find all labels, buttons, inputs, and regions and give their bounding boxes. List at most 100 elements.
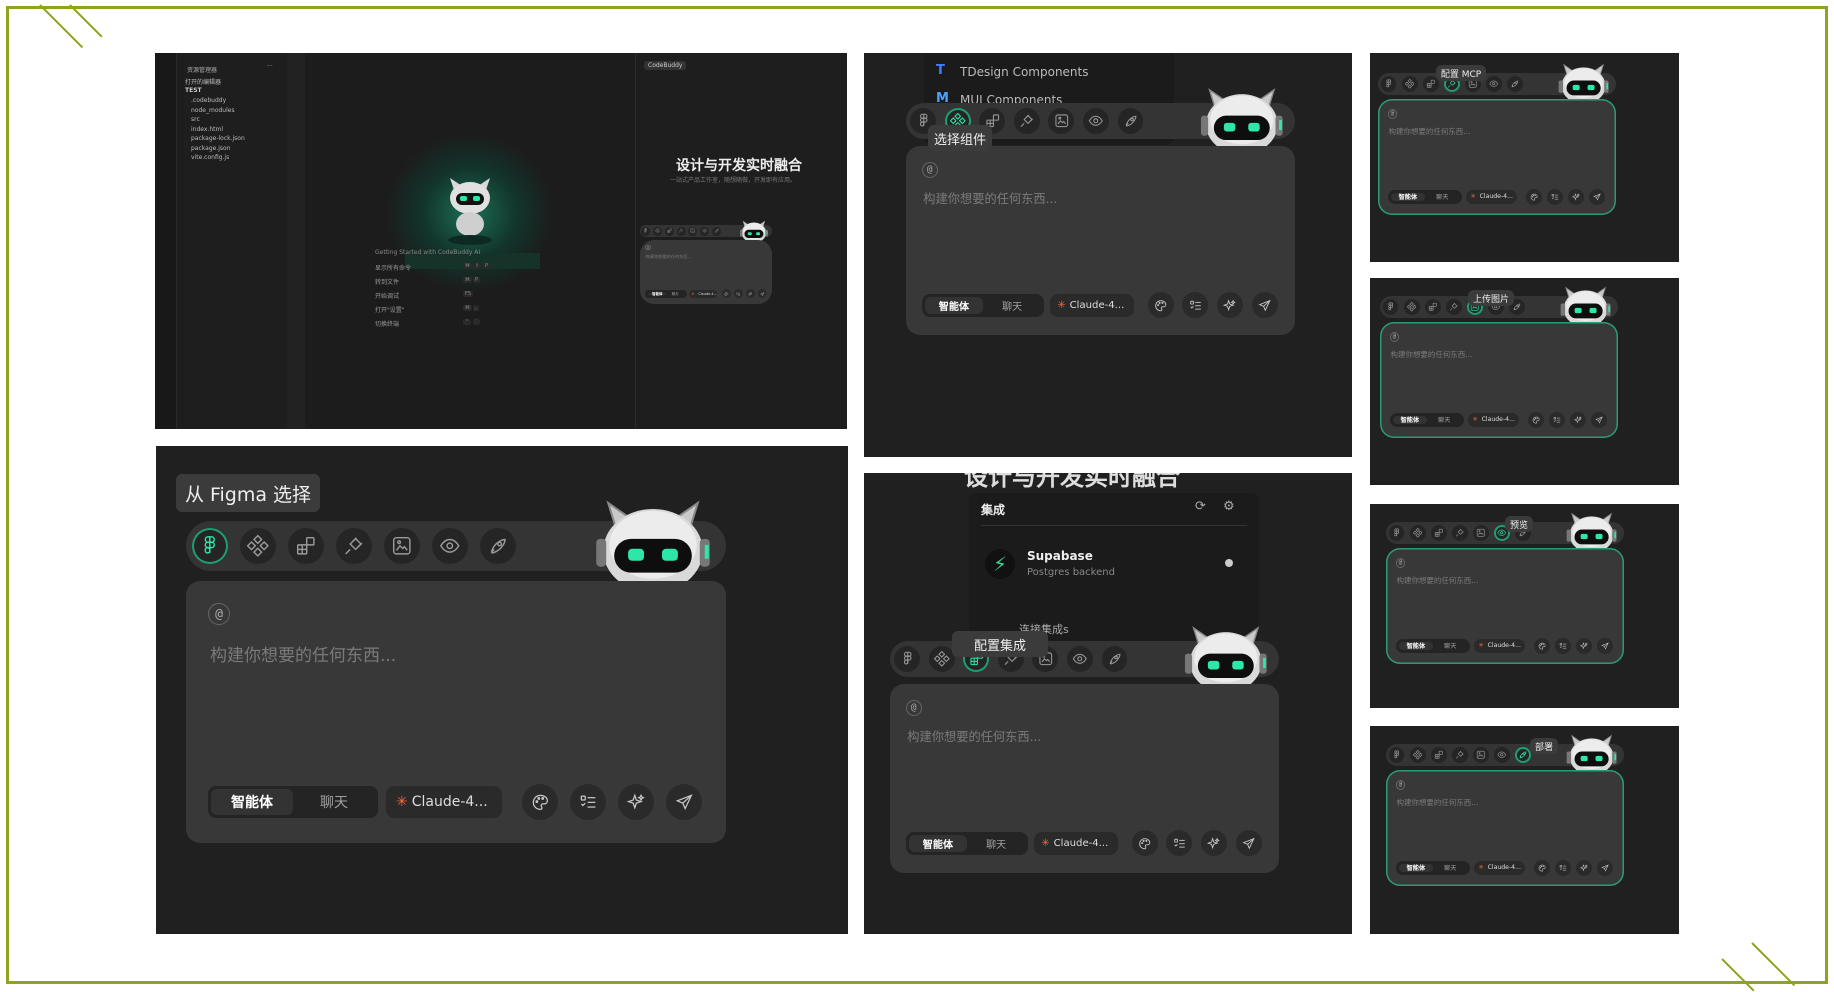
preview-eye-icon[interactable] [1083,108,1109,134]
model-selector[interactable]: ✳Claude-4... [1050,294,1134,317]
mode-chat[interactable]: 聊天 [666,291,684,296]
composer-placeholder[interactable]: 构建你想要的任何东西... [907,727,1041,745]
shortcut-row[interactable]: 转到文件⌘P [375,277,495,287]
list-icon[interactable] [1547,189,1563,205]
image-upload-icon[interactable] [1048,108,1074,134]
shortcut-row[interactable]: 开始调试F5 [375,291,495,301]
mention-button[interactable]: @ [208,603,230,625]
preview-eye-icon[interactable] [700,227,709,236]
sparkle-icon[interactable] [1576,638,1592,654]
components-icon[interactable] [653,227,662,236]
send-icon[interactable] [1597,638,1613,654]
mcp-plug-icon[interactable] [336,528,372,564]
mention-button[interactable]: @ [922,162,938,178]
composer-box[interactable]: @构建你想要的任何东西...智能体聊天✳Claude-4... [1380,322,1618,437]
deploy-rocket-icon[interactable] [1515,747,1531,763]
list-icon[interactable] [1166,830,1192,856]
file-item[interactable]: node_modules [191,107,235,114]
deploy-rocket-icon[interactable] [480,528,516,564]
mode-agent[interactable]: 智能体 [909,835,967,852]
open-editors[interactable]: 打开的编辑器 [185,77,221,86]
composer-placeholder[interactable]: 构建你想要的任何东西... [210,641,396,666]
model-selector[interactable]: ✳Claude-4... [1034,832,1118,855]
composer-box[interactable]: @构建你想要的任何东西...智能体聊天✳Claude-4... [186,581,726,843]
codebuddy-tab[interactable]: CodeBuddy [644,61,686,70]
list-icon[interactable] [1555,638,1571,654]
mode-agent[interactable]: 智能体 [1391,193,1425,201]
composer-box[interactable]: @构建你想要的任何东西...智能体聊天✳Claude-4... [1386,548,1624,663]
mode-agent[interactable]: 智能体 [1399,642,1433,650]
composer-box[interactable]: @ 构建你想要的任何东西... 智能体聊天 ✳Claude-4... [906,146,1295,335]
figma-icon[interactable] [192,528,228,564]
sparkle-icon[interactable] [1570,412,1586,428]
mention-button[interactable]: @ [1390,332,1400,342]
send-icon[interactable] [1252,292,1278,318]
list-icon[interactable] [570,784,606,820]
send-icon[interactable] [1236,830,1262,856]
mention-button[interactable]: @ [1396,780,1406,790]
model-selector[interactable]: ✳Claude-4... [689,290,717,298]
palette-icon[interactable] [1526,189,1542,205]
mode-agent[interactable]: 智能体 [925,297,983,314]
composer-placeholder[interactable]: 构建你想要的任何东西... [646,254,692,260]
figma-icon[interactable] [1389,747,1405,763]
image-upload-icon[interactable] [1473,525,1489,541]
figma-icon[interactable] [1389,525,1405,541]
palette-icon[interactable] [1534,860,1550,876]
integrations-icon[interactable] [1431,747,1447,763]
file-item[interactable]: .codebuddy [191,97,226,104]
deploy-rocket-icon[interactable] [1102,646,1128,672]
mode-agent[interactable]: 智能体 [211,789,293,815]
composer-placeholder[interactable]: 构建你想要的任何东西... [1389,126,1471,137]
palette-icon[interactable] [522,784,558,820]
mention-button[interactable]: @ [1396,558,1406,568]
shortcut-row[interactable]: 显示所有命令⌘⇧P [375,263,495,273]
mode-chat[interactable]: 聊天 [983,298,1041,313]
image-upload-icon[interactable] [1473,747,1489,763]
components-icon[interactable] [929,646,955,672]
mode-agent[interactable]: 智能体 [648,293,666,295]
mcp-plug-icon[interactable] [1446,299,1462,315]
send-icon[interactable] [1589,189,1605,205]
preview-eye-icon[interactable] [1486,76,1502,92]
preview-eye-icon[interactable] [432,528,468,564]
figma-icon[interactable] [894,646,920,672]
model-selector[interactable]: ✳Claude-4... [386,786,502,818]
integrations-icon[interactable] [288,528,324,564]
list-icon[interactable] [1182,292,1208,318]
image-upload-icon[interactable] [688,227,697,236]
deploy-rocket-icon[interactable] [1507,76,1523,92]
settings-gear-icon[interactable]: ⚙ [1223,499,1235,514]
composer-placeholder[interactable]: 构建你想要的任何东西... [923,189,1057,207]
palette-icon[interactable] [1132,830,1158,856]
mode-chat[interactable]: 聊天 [1425,192,1459,201]
integrations-icon[interactable] [1431,525,1447,541]
figma-icon[interactable] [641,227,650,236]
components-icon[interactable] [1404,299,1420,315]
palette-icon[interactable] [1528,412,1544,428]
list-icon[interactable] [734,289,743,298]
composer-box[interactable]: @构建你想要的任何东西...智能体聊天✳Claude-4... [890,684,1279,873]
sparkle-icon[interactable] [746,289,755,298]
model-selector[interactable]: ✳Claude-4... [1474,639,1525,653]
deploy-rocket-icon[interactable] [712,227,721,236]
mention-button[interactable]: @ [645,245,650,250]
send-icon[interactable] [1597,860,1613,876]
list-icon[interactable] [1549,412,1565,428]
composer-box[interactable]: @构建你想要的任何东西...智能体聊天✳Claude-4... [1386,770,1624,885]
preview-eye-icon[interactable] [1067,646,1093,672]
mention-button[interactable]: @ [906,700,922,716]
sparkle-icon[interactable] [1568,189,1584,205]
shortcut-row[interactable]: 打开"设置"⌘, [375,305,495,315]
mode-agent[interactable]: 智能体 [1393,416,1427,424]
supabase-row[interactable]: ⚡ Supabase Postgres backend [985,541,1247,597]
mode-chat[interactable]: 聊天 [1433,863,1467,872]
file-item[interactable]: src [191,116,200,123]
composer-box[interactable]: @ 构建你想要的任何东西... 智能体聊天 ✳Claude-4... [640,240,772,304]
mcp-plug-icon[interactable] [1014,108,1040,134]
refresh-icon[interactable]: ⟳ [1195,499,1206,514]
model-selector[interactable]: ✳Claude-4... [1474,861,1525,875]
project-root[interactable]: TEST [185,87,202,94]
file-item[interactable]: package-lock.json [191,135,245,142]
composer-placeholder[interactable]: 构建你想要的任何东西... [1397,575,1479,586]
